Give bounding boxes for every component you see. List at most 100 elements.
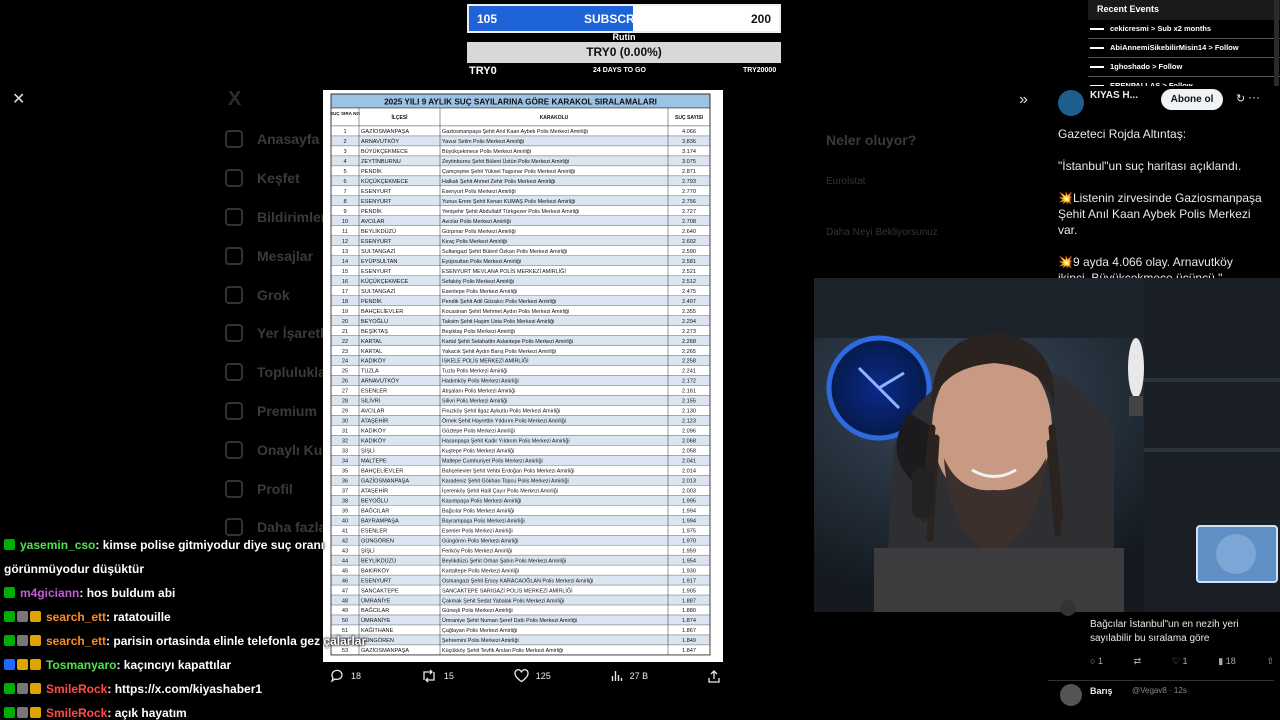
tweet-text-line: Şehit Anıl Kaan Aybek Polis Merkezi [1058, 207, 1251, 221]
sub-goal-current: 105 [477, 12, 498, 26]
table-cell: BAĞCILAR [361, 507, 389, 514]
recent-events-title: Recent Events [1088, 0, 1280, 20]
more-icon[interactable]: ··· [1248, 90, 1260, 104]
green-badge-icon [4, 587, 15, 598]
table-cell: SİLİVRİ [361, 398, 381, 405]
share-button[interactable] [708, 669, 720, 683]
table-row [330, 385, 711, 396]
chat-username[interactable]: search_ett [46, 610, 106, 624]
views-button[interactable]: ▮ 18 [1218, 656, 1235, 667]
like-button[interactable]: 125 [514, 669, 551, 683]
table-cell: Yenişehir Şehit Abdullatif Türkgezer Pol… [442, 209, 579, 215]
table-cell: 2.268 [682, 339, 696, 345]
table-cell: 4 [343, 159, 346, 165]
tweet-text-line: var. [1058, 223, 1078, 237]
table-cell: 6 [343, 179, 346, 185]
chat-username[interactable]: SmileRock [46, 706, 107, 720]
table-cell: 18 [342, 299, 348, 305]
table-cell: 2.014 [682, 469, 696, 475]
table-cell: ZEYTİNBURNU [361, 158, 401, 165]
chat-username[interactable]: m4giciann [20, 586, 79, 600]
table-cell: Karadeniz Şehit Gökhan Topcu Polis Merke… [442, 479, 569, 485]
table-cell: 15 [342, 269, 348, 275]
like-button[interactable]: ♡ 1 [1172, 656, 1188, 667]
table-cell: Bağcılar Polis Merkezi Amirliği [442, 508, 514, 514]
table-cell: Kocasinan Şehit Mehmet Aydın Polis Merke… [442, 309, 569, 315]
table-cell: 1.954 [682, 558, 696, 564]
table-cell: KADIKÖY [361, 428, 386, 435]
trend-item: Eurolstat [826, 176, 866, 187]
gold-badge-icon [30, 611, 41, 622]
next-user[interactable]: Barış [1090, 686, 1113, 696]
table-cell: 36 [342, 479, 348, 485]
table-cell: 22 [342, 339, 348, 345]
table-cell: 40 [342, 518, 348, 524]
table-cell: Kasımpaşa Polis Merkezi Amirliği [442, 498, 521, 504]
subscribe-button[interactable]: Abone ol [1161, 89, 1223, 110]
table-cell: 1 [343, 129, 346, 135]
retweet-icon[interactable]: ⇄ [1134, 656, 1142, 667]
table-cell: Sefaköy Polis Merkezi Amirliği [442, 279, 514, 285]
background-trends: Neler oluyor? Eurolstat Daha Neyi Bekliy… [826, 132, 996, 238]
try-left: TRY0 [469, 65, 497, 77]
event-item: cekicresmi > Sub x2 months [1088, 20, 1280, 39]
grey-badge-icon [17, 683, 28, 694]
share-icon[interactable]: ⇧ [1266, 656, 1274, 667]
table-cell: 1.874 [682, 618, 696, 624]
table-cell: Kartal Şehit Selahattin Aslantepe Polis … [442, 339, 573, 345]
chat-message-continued: görünmüyodur düşüktür [0, 558, 400, 582]
table-cell: KÜÇÜKÇEKMECE [361, 278, 409, 285]
chat-username[interactable]: search_ett [46, 634, 106, 648]
reply-count: 1 [1097, 656, 1103, 666]
green-badge-icon [4, 611, 15, 622]
table-cell: Silivri Polis Merkezi Amirliği [442, 399, 507, 405]
nav-label: Mesajlar [257, 247, 314, 264]
refresh-icon[interactable]: ↻ [1236, 92, 1245, 105]
table-cell: TUZLA [361, 369, 379, 375]
table-cell: Bayrampaşa Polis Merkezi Amirliği [442, 518, 525, 524]
chat-username[interactable]: SmileRock [46, 682, 107, 696]
table-cell: 24 [342, 359, 348, 365]
table-cell: Yakacık Şehit Aydın Barış Polis Merkezi … [442, 349, 556, 355]
author-name[interactable]: KIYAS H... [1090, 90, 1138, 101]
table-cell: SULTANGAZİ [361, 288, 396, 295]
table-cell: 38 [342, 498, 348, 504]
table-cell: 31 [342, 429, 348, 435]
table-cell: Esenyurt Polis Merkezi Amirliği [442, 189, 516, 195]
table-cell: 2.172 [682, 379, 696, 385]
reply-button[interactable]: ○ 1 [1090, 656, 1103, 667]
retweet-count: 15 [443, 671, 454, 681]
view-count: 18 [1225, 656, 1236, 666]
table-cell: 7 [343, 189, 346, 195]
table-cell: İSKELE POLİS MERKEZİ AMİRLİĞİ [442, 358, 529, 365]
table-cell: ESENYURT [361, 199, 392, 205]
table-cell: Atışalanı Polis Merkezi Amirliği [442, 389, 515, 395]
nav-icon [225, 440, 243, 459]
table-cell: 2.123 [682, 419, 696, 425]
reply-tweet[interactable]: Bağcılar İstanbul"un en nezih yeri sayıl… [1048, 600, 1274, 706]
table-cell: 2.265 [682, 349, 696, 355]
nav-item: Yer İşaretleri [225, 314, 341, 353]
reply-line: Bağcılar İstanbul"un en nezih yeri [1090, 619, 1239, 630]
retweet-button[interactable]: 15 [421, 669, 454, 683]
table-cell: ARNAVUTKÖY [361, 138, 399, 145]
avatar [1058, 90, 1084, 116]
event-text: 1ghoshado > Follow [1110, 62, 1183, 72]
green-badge-icon [4, 635, 15, 646]
table-cell: MALTEPE [361, 459, 387, 465]
retweet-icon [423, 669, 435, 683]
table-row [330, 365, 711, 376]
table-cell: 2.241 [682, 369, 696, 375]
views-button[interactable]: 27 B [611, 670, 648, 682]
chat-username[interactable]: yasemin_cso [20, 538, 95, 552]
nav-item: Profil [225, 469, 335, 508]
expand-icon[interactable]: » [1019, 91, 1028, 109]
gold-badge-icon [30, 635, 41, 646]
nav-icon [225, 169, 243, 188]
close-icon[interactable]: ✕ [12, 92, 28, 108]
table-cell: 1.849 [682, 638, 696, 644]
table-cell: 4.066 [682, 129, 696, 135]
chat-username[interactable]: Tosmanyaro [46, 658, 116, 672]
table-cell: 2.273 [682, 329, 696, 335]
table-cell: 2.130 [682, 409, 696, 415]
